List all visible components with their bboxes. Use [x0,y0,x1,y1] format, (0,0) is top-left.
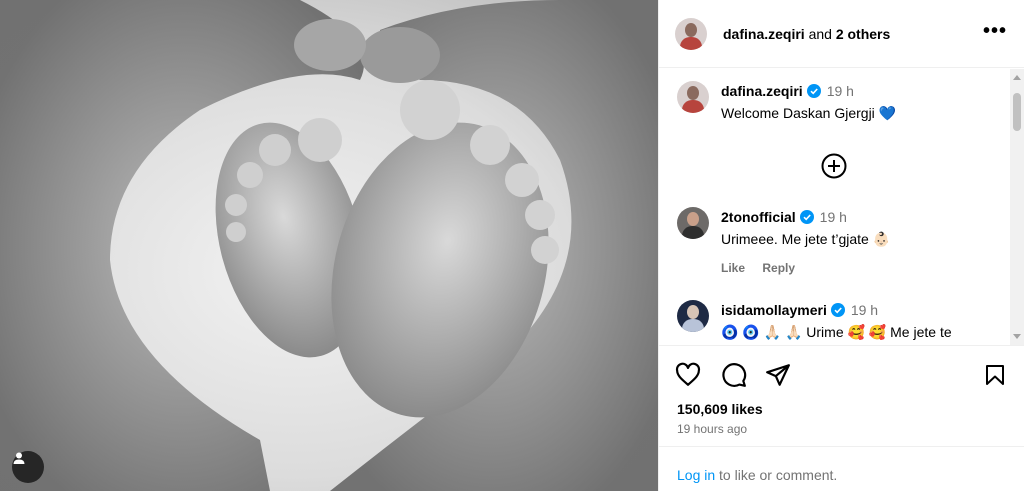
comment-username[interactable]: isidamollaymeri [721,302,827,318]
action-bar [675,362,1015,390]
post-footer: 150,609 likes 19 hours ago Log in to lik… [659,345,1024,491]
comments-list[interactable]: dafina.zeqiri 19 h Welcome Daskan Gjergj… [659,69,1011,345]
post-timestamp[interactable]: 19 hours ago [677,422,747,436]
avatar[interactable] [677,81,709,113]
comment-time[interactable]: 19 h [851,302,878,318]
verified-badge-icon [806,84,821,98]
user-icon [13,452,25,464]
verified-badge-icon [830,303,845,317]
comments-scrollbar[interactable] [1010,69,1024,345]
avatar[interactable] [675,17,707,50]
post-side-panel: dafina.zeqiri and 2 others ••• dafina.ze… [658,0,1024,491]
tagged-users-button[interactable] [12,451,44,483]
share-icon[interactable] [765,362,791,388]
post-photo[interactable] [0,0,658,491]
avatar[interactable] [677,300,709,332]
heart-icon[interactable] [675,362,701,388]
baby-feet-image [0,0,658,491]
comment-time[interactable]: 19 h [820,209,847,225]
reply-button[interactable]: Reply [762,261,795,275]
bookmark-icon[interactable] [983,362,1007,388]
post-header: dafina.zeqiri and 2 others ••• [659,0,1024,68]
post-authors: dafina.zeqiri and 2 others [723,26,890,42]
author-username[interactable]: dafina.zeqiri [723,26,805,42]
others-link[interactable]: 2 others [836,26,890,42]
scrollbar-thumb[interactable] [1013,93,1021,131]
scroll-down-arrow-icon[interactable] [1013,334,1021,339]
verified-badge-icon [799,210,814,224]
comment-text: Welcome Daskan Gjergji 💙 [721,105,897,121]
comment-icon[interactable] [721,362,747,388]
likes-count[interactable]: 150,609 likes [677,401,763,417]
comment-text: 🧿 🧿 🙏🏻 🙏🏻 Urime 🥰 🥰 Me jete te [721,324,952,340]
scroll-up-arrow-icon[interactable] [1013,75,1021,80]
login-prompt-text: to like or comment. [719,467,838,483]
comment-text: Urimeee. Me jete t’gjate 👶🏻 [721,231,891,247]
avatar[interactable] [677,207,709,239]
and-text: and [808,25,832,42]
more-options-button[interactable]: ••• [983,21,1007,41]
comment-username[interactable]: dafina.zeqiri [721,83,803,99]
comment-time[interactable]: 19 h [827,83,854,99]
login-prompt: Log in to like or comment. [659,446,1024,491]
comment-username[interactable]: 2tonofficial [721,209,796,225]
login-link[interactable]: Log in [677,467,715,483]
like-comment-button[interactable]: Like [721,261,745,275]
load-more-comments-icon[interactable] [821,153,847,179]
